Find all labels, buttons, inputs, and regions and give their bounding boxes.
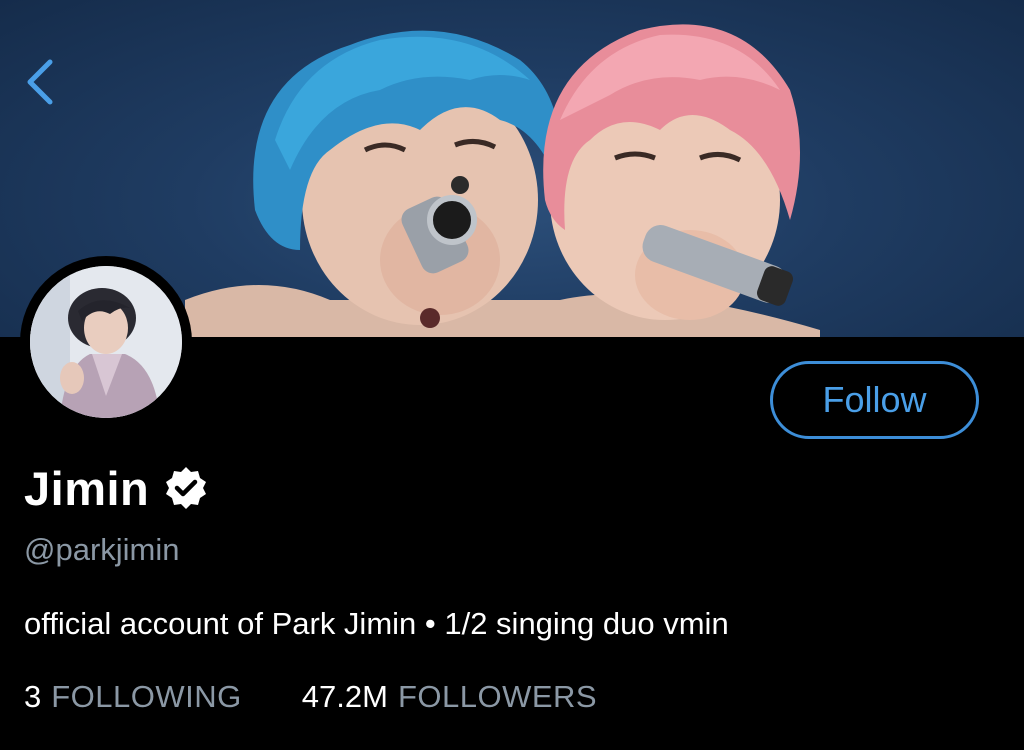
chevron-left-icon [27, 59, 53, 105]
followers-label: FOLLOWERS [397, 679, 598, 714]
profile-handle: @parkjimin [24, 532, 180, 567]
profile-name: Jimin [24, 461, 150, 515]
followers-count: 47.2M [301, 679, 388, 714]
following-count: 3 [24, 679, 42, 714]
follow-button[interactable]: Follow [770, 361, 979, 439]
profile-bio: official account of Park Jimin • 1/2 sin… [24, 606, 729, 641]
back-button[interactable] [20, 50, 60, 110]
profile-stats: 3 FOLLOWING 47.2M FOLLOWERS [24, 679, 597, 715]
profile-name-row: Jimin [24, 458, 209, 518]
followers-stat[interactable]: 47.2M FOLLOWERS [302, 679, 597, 715]
profile-screen: Follow Jimin @parkjimin official account… [0, 0, 1024, 750]
follow-button-label: Follow [822, 379, 927, 420]
avatar-photo [30, 266, 182, 418]
following-label: FOLLOWING [51, 679, 242, 714]
avatar[interactable] [20, 256, 192, 428]
following-stat[interactable]: 3 FOLLOWING [24, 679, 242, 715]
verified-badge-icon [166, 467, 207, 509]
